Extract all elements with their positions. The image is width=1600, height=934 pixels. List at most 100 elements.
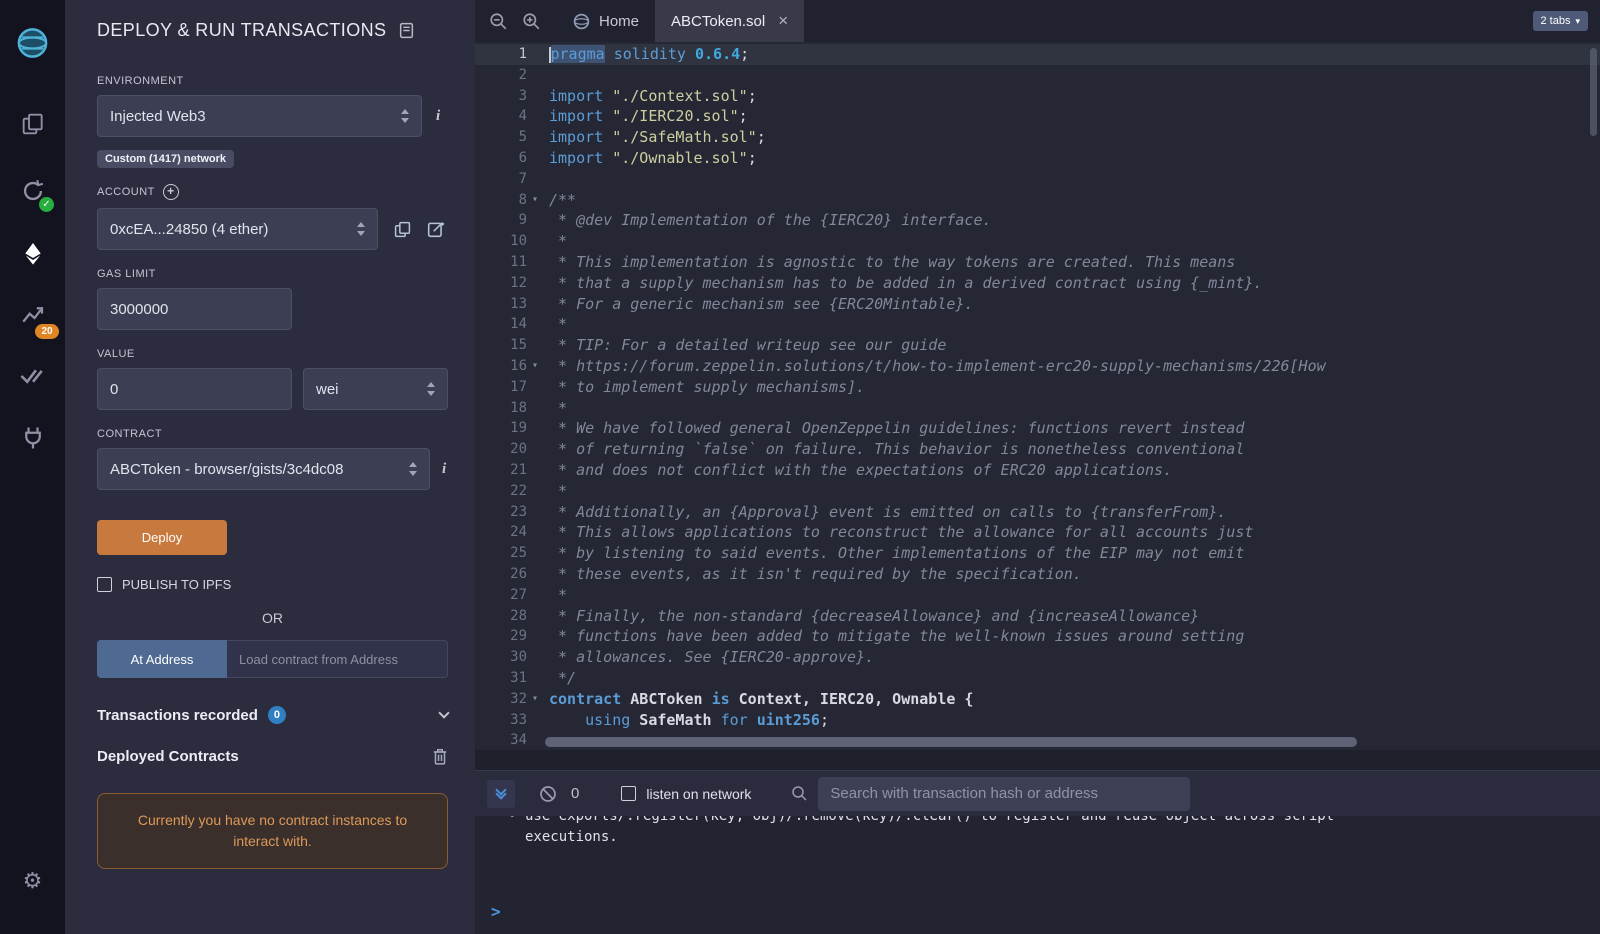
code-line[interactable]: 21 * and does not conflict with the expe… [475,460,1600,481]
fold-gutter [527,44,543,65]
value-label: VALUE [97,348,448,360]
tabs-count-label: 2 tabs [1541,15,1571,27]
tab-abctoken[interactable]: ABCToken.sol × [655,0,804,42]
gas-limit-input[interactable] [97,288,292,330]
fold-gutter [527,377,543,398]
terminal-search-input[interactable] [818,777,1190,811]
terminal-log-area[interactable]: • use exports/.register(key, obj)/.remov… [475,816,1600,902]
add-account-icon[interactable]: + [163,184,179,200]
zoom-in-icon[interactable] [522,12,541,31]
sign-message-icon[interactable] [427,220,445,238]
panel-title: DEPLOY & RUN TRANSACTIONS [97,20,386,41]
bullet-icon: • [508,816,516,827]
solidity-compiler-icon[interactable]: ✓ [14,172,51,209]
fold-gutter [527,439,543,460]
code-line[interactable]: 17 * to implement supply mechanisms]. [475,377,1600,398]
home-tab-icon [573,13,590,30]
copy-account-icon[interactable] [394,221,411,238]
chevron-down-icon[interactable] [438,707,449,718]
code-line[interactable]: 3import "./Context.sol"; [475,86,1600,107]
value-input[interactable] [97,368,292,410]
contract-select[interactable]: ABCToken - browser/gists/3c4dc08 [97,448,430,490]
code-line[interactable]: 10 * [475,231,1600,252]
fold-gutter [527,481,543,502]
code-line[interactable]: 22 * [475,481,1600,502]
settings-gear-icon[interactable]: ⚙ [14,862,51,899]
fold-gutter [527,65,543,86]
deploy-button[interactable]: Deploy [97,520,227,555]
at-address-input[interactable] [227,640,448,678]
code-line[interactable]: 32▾contract ABCToken is Context, IERC20,… [475,689,1600,710]
code-line[interactable]: 30 * allowances. See {IERC20-approve}. [475,647,1600,668]
fold-arrow-icon[interactable]: ▾ [527,356,543,377]
code-line[interactable]: 18 * [475,398,1600,419]
code-line[interactable]: 4import "./IERC20.sol"; [475,106,1600,127]
terminal-panel: 0 listen on network • use exports/.regis… [475,750,1600,934]
value-unit-select[interactable]: wei [303,368,448,410]
code-line[interactable]: 23 * Additionally, an {Approval} event i… [475,502,1600,523]
code-line[interactable]: 8▾/** [475,190,1600,211]
environment-select[interactable]: Injected Web3 [97,95,422,137]
code-line[interactable]: 20 * of returning `false` on failure. Th… [475,439,1600,460]
publish-ipfs-checkbox[interactable] [97,577,112,592]
fold-arrow-icon[interactable]: ▾ [527,190,543,211]
fold-gutter [527,314,543,335]
terminal-prompt[interactable]: > [475,902,1600,934]
code-line[interactable]: 24 * This allows applications to reconst… [475,522,1600,543]
file-explorer-icon[interactable] [14,105,51,142]
code-line[interactable]: 31 */ [475,668,1600,689]
code-line[interactable]: 26 * these events, as it isn't required … [475,564,1600,585]
trash-icon[interactable] [432,748,448,765]
account-select[interactable]: 0xcEA...24850 (4 ether) [97,208,378,250]
editor-horizontal-scrollbar[interactable] [545,737,1357,747]
fold-gutter [527,543,543,564]
transactions-recorded-row[interactable]: Transactions recorded 0 [97,706,448,724]
code-line[interactable]: 2 [475,65,1600,86]
active-tab-label: ABCToken.sol [671,13,765,30]
code-line[interactable]: 25 * by listening to said events. Other … [475,543,1600,564]
docs-icon[interactable] [398,22,415,39]
fold-gutter [527,522,543,543]
code-line[interactable]: 13 * For a generic mechanism see {ERC20M… [475,294,1600,315]
fold-gutter [527,273,543,294]
code-line[interactable]: 19 * We have followed general OpenZeppel… [475,418,1600,439]
terminal-expand-icon[interactable] [487,780,515,808]
code-line[interactable]: 9 * @dev Implementation of the {IERC20} … [475,210,1600,231]
listen-on-network-checkbox[interactable] [621,786,636,801]
code-line[interactable]: 11 * This implementation is agnostic to … [475,252,1600,273]
code-line[interactable]: 7 [475,169,1600,190]
terminal-toolbar: 0 listen on network [475,770,1600,816]
zoom-out-icon[interactable] [489,12,508,31]
contract-info-icon[interactable]: i [442,461,446,478]
at-address-button[interactable]: At Address [97,640,227,678]
code-line[interactable]: 12 * that a supply mechanism has to be a… [475,273,1600,294]
analysis-icon[interactable]: 20 [14,296,51,333]
fold-gutter [527,335,543,356]
remix-logo-icon[interactable] [14,24,51,61]
clear-console-icon[interactable] [539,785,557,803]
code-line[interactable]: 16▾ * https://forum.zeppelin.solutions/t… [475,356,1600,377]
fold-gutter [527,252,543,273]
unit-testing-icon[interactable] [14,357,51,394]
code-line[interactable]: 5import "./SafeMath.sol"; [475,127,1600,148]
code-editor[interactable]: 1pragma solidity 0.6.4;23import "./Conte… [475,42,1600,750]
code-line[interactable]: 29 * functions have been added to mitiga… [475,626,1600,647]
close-tab-icon[interactable]: × [778,11,788,31]
code-line[interactable]: 33 using SafeMath for uint256; [475,710,1600,731]
code-line[interactable]: 15 * TIP: For a detailed writeup see our… [475,335,1600,356]
account-value: 0xcEA...24850 (4 ether) [110,221,349,238]
fold-arrow-icon[interactable]: ▾ [527,689,543,710]
fold-gutter [527,606,543,627]
environment-info-icon[interactable]: i [436,108,440,125]
code-line[interactable]: 14 * [475,314,1600,335]
code-line[interactable]: 6import "./Ownable.sol"; [475,148,1600,169]
tabs-count-dropdown[interactable]: 2 tabs ▾ [1533,11,1589,31]
code-line[interactable]: 1pragma solidity 0.6.4; [475,44,1600,65]
tab-home[interactable]: Home [557,0,655,42]
or-separator: OR [97,610,448,626]
code-line[interactable]: 27 * [475,585,1600,606]
code-line[interactable]: 28 * Finally, the non-standard {decrease… [475,606,1600,627]
deploy-run-icon[interactable] [14,235,51,272]
editor-vertical-scrollbar[interactable] [1590,48,1597,136]
plugin-manager-icon[interactable] [14,419,51,456]
